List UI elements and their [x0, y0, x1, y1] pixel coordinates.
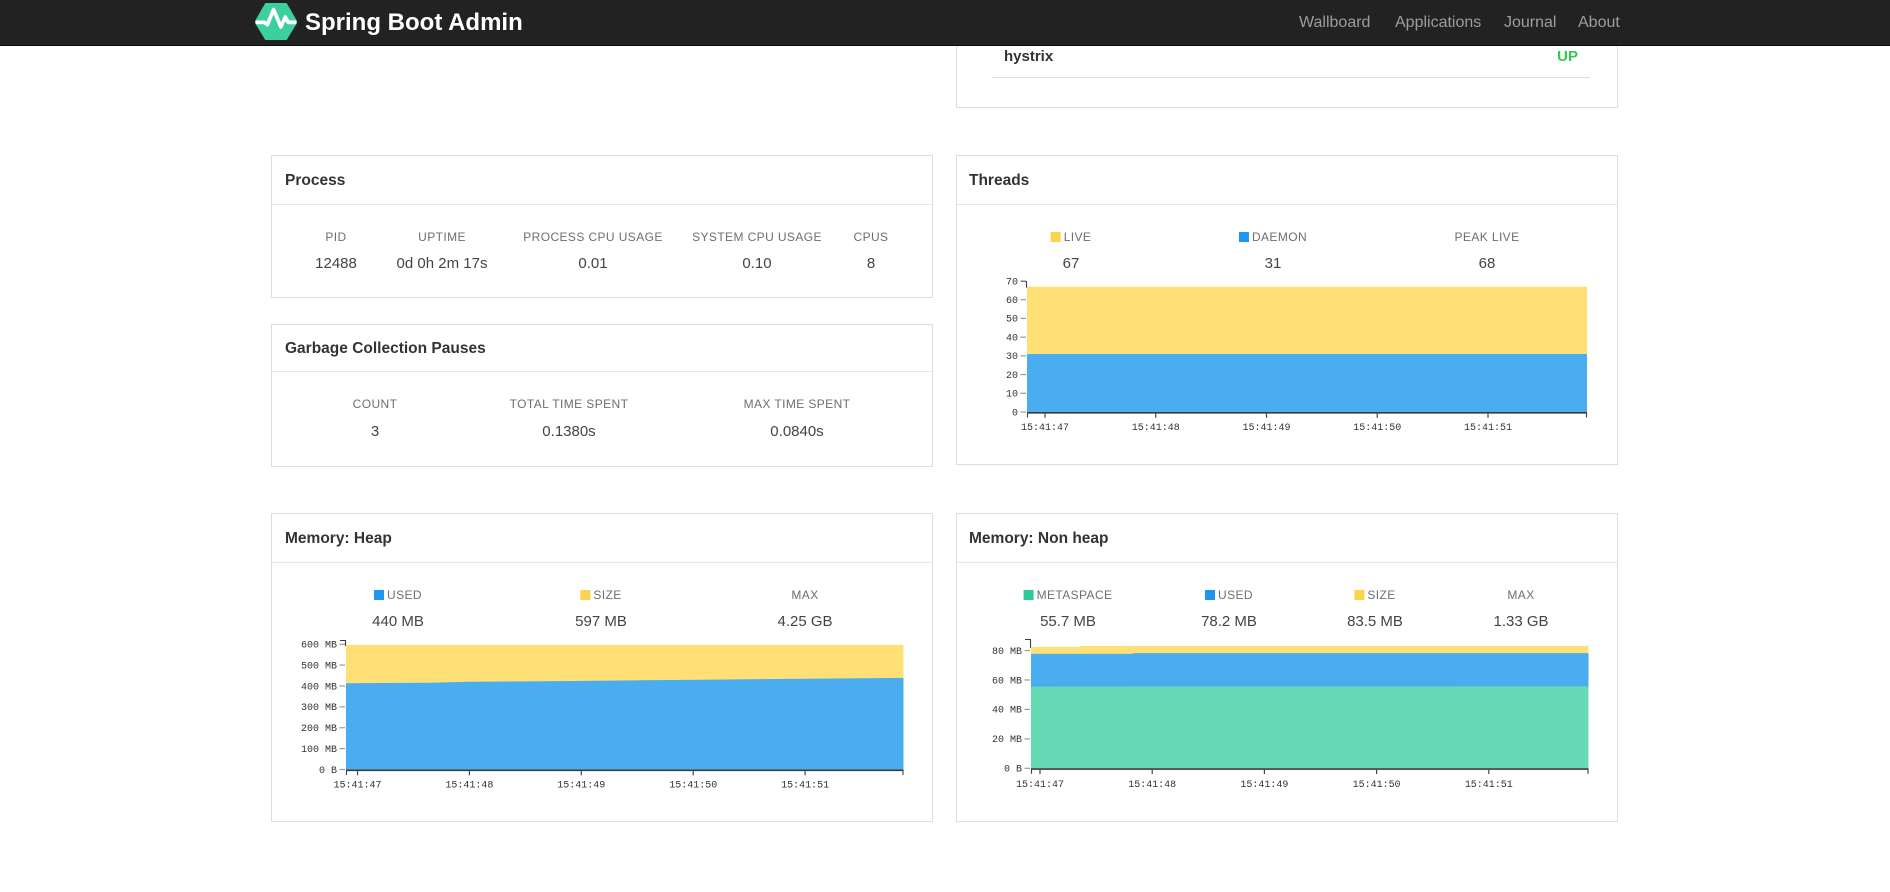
svg-text:20: 20 [1006, 371, 1018, 382]
svg-text:20 MB: 20 MB [992, 734, 1022, 745]
svg-text:100 MB: 100 MB [301, 744, 337, 755]
svg-text:15:41:51: 15:41:51 [1464, 423, 1512, 434]
svg-text:300 MB: 300 MB [301, 703, 337, 714]
svg-text:15:41:48: 15:41:48 [1132, 423, 1180, 434]
svg-text:80 MB: 80 MB [992, 646, 1022, 657]
svg-text:600 MB: 600 MB [301, 640, 337, 651]
svg-text:15:41:49: 15:41:49 [1242, 423, 1290, 434]
svg-text:15:41:50: 15:41:50 [1353, 423, 1401, 434]
svg-text:0 B: 0 B [319, 765, 337, 776]
svg-text:15:41:47: 15:41:47 [1016, 779, 1064, 790]
svg-text:15:41:47: 15:41:47 [333, 780, 381, 791]
svg-text:60: 60 [1006, 296, 1018, 307]
svg-text:40: 40 [1006, 333, 1018, 344]
svg-text:15:41:48: 15:41:48 [445, 780, 493, 791]
svg-text:70: 70 [1006, 277, 1018, 288]
svg-text:15:41:50: 15:41:50 [1352, 779, 1400, 790]
svg-text:15:41:49: 15:41:49 [557, 780, 605, 791]
svg-text:10: 10 [1006, 390, 1018, 401]
svg-text:15:41:49: 15:41:49 [1240, 779, 1288, 790]
svg-text:60 MB: 60 MB [992, 675, 1022, 686]
svg-text:15:41:51: 15:41:51 [1464, 779, 1512, 790]
svg-text:0: 0 [1012, 408, 1018, 419]
svg-text:15:41:48: 15:41:48 [1128, 779, 1176, 790]
svg-text:40 MB: 40 MB [992, 705, 1022, 716]
svg-text:30: 30 [1006, 352, 1018, 363]
svg-text:15:41:51: 15:41:51 [781, 780, 829, 791]
svg-text:15:41:50: 15:41:50 [669, 780, 717, 791]
svg-text:15:41:47: 15:41:47 [1021, 423, 1069, 434]
svg-text:50: 50 [1006, 315, 1018, 326]
svg-text:500 MB: 500 MB [301, 661, 337, 672]
svg-text:400 MB: 400 MB [301, 682, 337, 693]
svg-text:200 MB: 200 MB [301, 724, 337, 735]
svg-text:0 B: 0 B [1004, 764, 1022, 775]
